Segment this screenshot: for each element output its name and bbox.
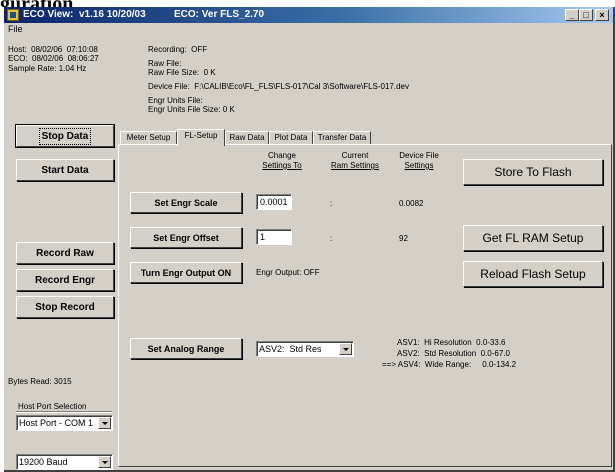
chevron-down-icon[interactable] — [339, 343, 352, 355]
host-port-label: Host Port Selection — [18, 402, 87, 411]
tab-fl-setup[interactable]: FL-Setup — [177, 129, 225, 146]
tab-label: FL-Setup — [184, 131, 218, 140]
host-port-select[interactable]: Host Port - COM 1 — [16, 415, 113, 431]
title-bar[interactable]: ECO View: v1.16 10/20/03 ECO: Ver FLS_2.… — [4, 7, 613, 23]
baud-rate-select[interactable]: 19200 Baud — [16, 454, 113, 470]
raw-file-size: Raw File Size: 0 K — [148, 68, 216, 77]
engr-scale-ram: : — [330, 199, 333, 208]
tab-label: Raw Data — [229, 133, 265, 142]
stop-data-label: Stop Data — [38, 127, 92, 145]
tab-transfer-data[interactable]: Transfer Data — [313, 131, 371, 144]
device-file: Device File: F:\CALIB\Eco\FL_FLS\FLS-017… — [148, 82, 409, 91]
tab-meter-setup[interactable]: Meter Setup — [120, 131, 177, 144]
bytes-read: Bytes Read: 3015 — [8, 377, 72, 386]
tab-label: Transfer Data — [317, 133, 367, 142]
close-icon: × — [599, 10, 605, 20]
range-line-asv4: ==> ASV4: Wide Range: 0.0-134.2 — [382, 360, 517, 369]
recording-status: Recording: OFF — [148, 45, 208, 54]
host-time: Host: 08/02/06 07:10:08 — [8, 45, 98, 54]
col-device-line1: Device File — [399, 151, 439, 160]
record-engr-button[interactable]: Record Engr — [16, 269, 114, 291]
col-change-settings: Change Settings To — [252, 151, 312, 171]
tab-label: Meter Setup — [126, 133, 171, 142]
window-title-app: ECO View: v1.16 10/20/03 — [23, 9, 146, 20]
store-to-flash-button[interactable]: Store To Flash — [463, 159, 603, 185]
engr-offset-device: 92 — [399, 234, 408, 243]
tab-label: Plot Data — [274, 133, 308, 142]
document-heading-fragment: guration — [0, 0, 73, 7]
minimize-icon: _ — [569, 10, 575, 20]
set-engr-offset-button[interactable]: Set Engr Offset — [130, 227, 242, 248]
app-icon[interactable] — [7, 9, 19, 21]
engr-offset-ram: : — [330, 234, 333, 243]
engr-offset-input[interactable] — [256, 229, 292, 245]
host-port-separator — [16, 411, 112, 413]
baud-rate-value: 19200 Baud — [19, 457, 68, 467]
set-analog-range-label: Set Analog Range — [147, 343, 225, 354]
stop-data-button[interactable]: Stop Data — [15, 124, 115, 148]
col-change-line1: Change — [267, 151, 297, 160]
host-port-value: Host Port - COM 1 — [19, 418, 94, 428]
chevron-down-icon[interactable] — [98, 456, 111, 468]
engr-scale-input[interactable] — [256, 194, 292, 210]
maximize-icon: □ — [583, 10, 589, 20]
raw-file: Raw File: — [148, 59, 182, 68]
analog-range-value: ASV2: Std Res — [259, 344, 322, 354]
set-engr-scale-label: Set Engr Scale — [154, 197, 218, 208]
reload-flash-setup-button[interactable]: Reload Flash Setup — [463, 261, 603, 287]
close-button[interactable]: × — [595, 9, 609, 21]
col-device-line2: Settings — [404, 161, 434, 170]
engr-scale-device: 0.0082 — [399, 199, 424, 208]
col-current-ram: Current Ram Settings — [322, 151, 388, 171]
maximize-button[interactable]: □ — [579, 9, 593, 21]
sample-rate: Sample Rate: 1.04 Hz — [8, 64, 87, 73]
menu-file[interactable]: File — [8, 23, 23, 36]
set-analog-range-button[interactable]: Set Analog Range — [130, 338, 242, 359]
range-line-asv1: ASV1: Hi Resolution 0.0-33.6 — [397, 338, 506, 347]
window-title-eco: ECO: Ver FLS_2.70 — [174, 9, 265, 20]
col-change-line2: Settings To — [262, 161, 302, 170]
analog-range-select[interactable]: ASV2: Std Res — [256, 341, 354, 357]
record-engr-label: Record Engr — [34, 274, 95, 286]
reload-flash-setup-label: Reload Flash Setup — [480, 267, 586, 281]
turn-engr-output-label: Turn Engr Output ON — [140, 267, 232, 278]
set-engr-offset-label: Set Engr Offset — [153, 232, 219, 243]
tab-raw-data[interactable]: Raw Data — [225, 131, 269, 144]
turn-engr-output-button[interactable]: Turn Engr Output ON — [130, 262, 242, 283]
stop-record-button[interactable]: Stop Record — [16, 296, 114, 318]
start-data-button[interactable]: Start Data — [16, 159, 114, 181]
eco-time: ECO: 08/02/06 08:06:27 — [8, 54, 99, 63]
tab-plot-data[interactable]: Plot Data — [269, 131, 313, 144]
get-fl-ram-setup-button[interactable]: Get FL RAM Setup — [463, 225, 603, 251]
record-raw-button[interactable]: Record Raw — [16, 242, 114, 264]
minimize-button[interactable]: _ — [565, 9, 579, 21]
engr-units-file-size: Engr Units File Size: 0 K — [148, 105, 235, 114]
store-to-flash-label: Store To Flash — [494, 165, 572, 179]
get-fl-ram-setup-label: Get FL RAM Setup — [482, 231, 584, 245]
engr-output-status: Engr Output: OFF — [256, 268, 320, 277]
eco-view-window: ECO View: v1.16 10/20/03 ECO: Ver FLS_2.… — [4, 7, 615, 472]
col-current-line2: Ram Settings — [330, 161, 380, 170]
chevron-down-icon[interactable] — [98, 417, 111, 429]
menu-bar: File — [4, 23, 613, 36]
start-data-label: Start Data — [41, 164, 89, 176]
col-device-file: Device File Settings — [394, 151, 444, 171]
range-line-asv2: ASV2: Std Resolution 0.0-67.0 — [397, 349, 510, 358]
set-engr-scale-button[interactable]: Set Engr Scale — [130, 192, 242, 213]
engr-units-file: Engr Units File: — [148, 96, 203, 105]
col-current-line1: Current — [341, 151, 369, 160]
record-raw-label: Record Raw — [36, 247, 94, 259]
stop-record-label: Stop Record — [35, 301, 95, 313]
